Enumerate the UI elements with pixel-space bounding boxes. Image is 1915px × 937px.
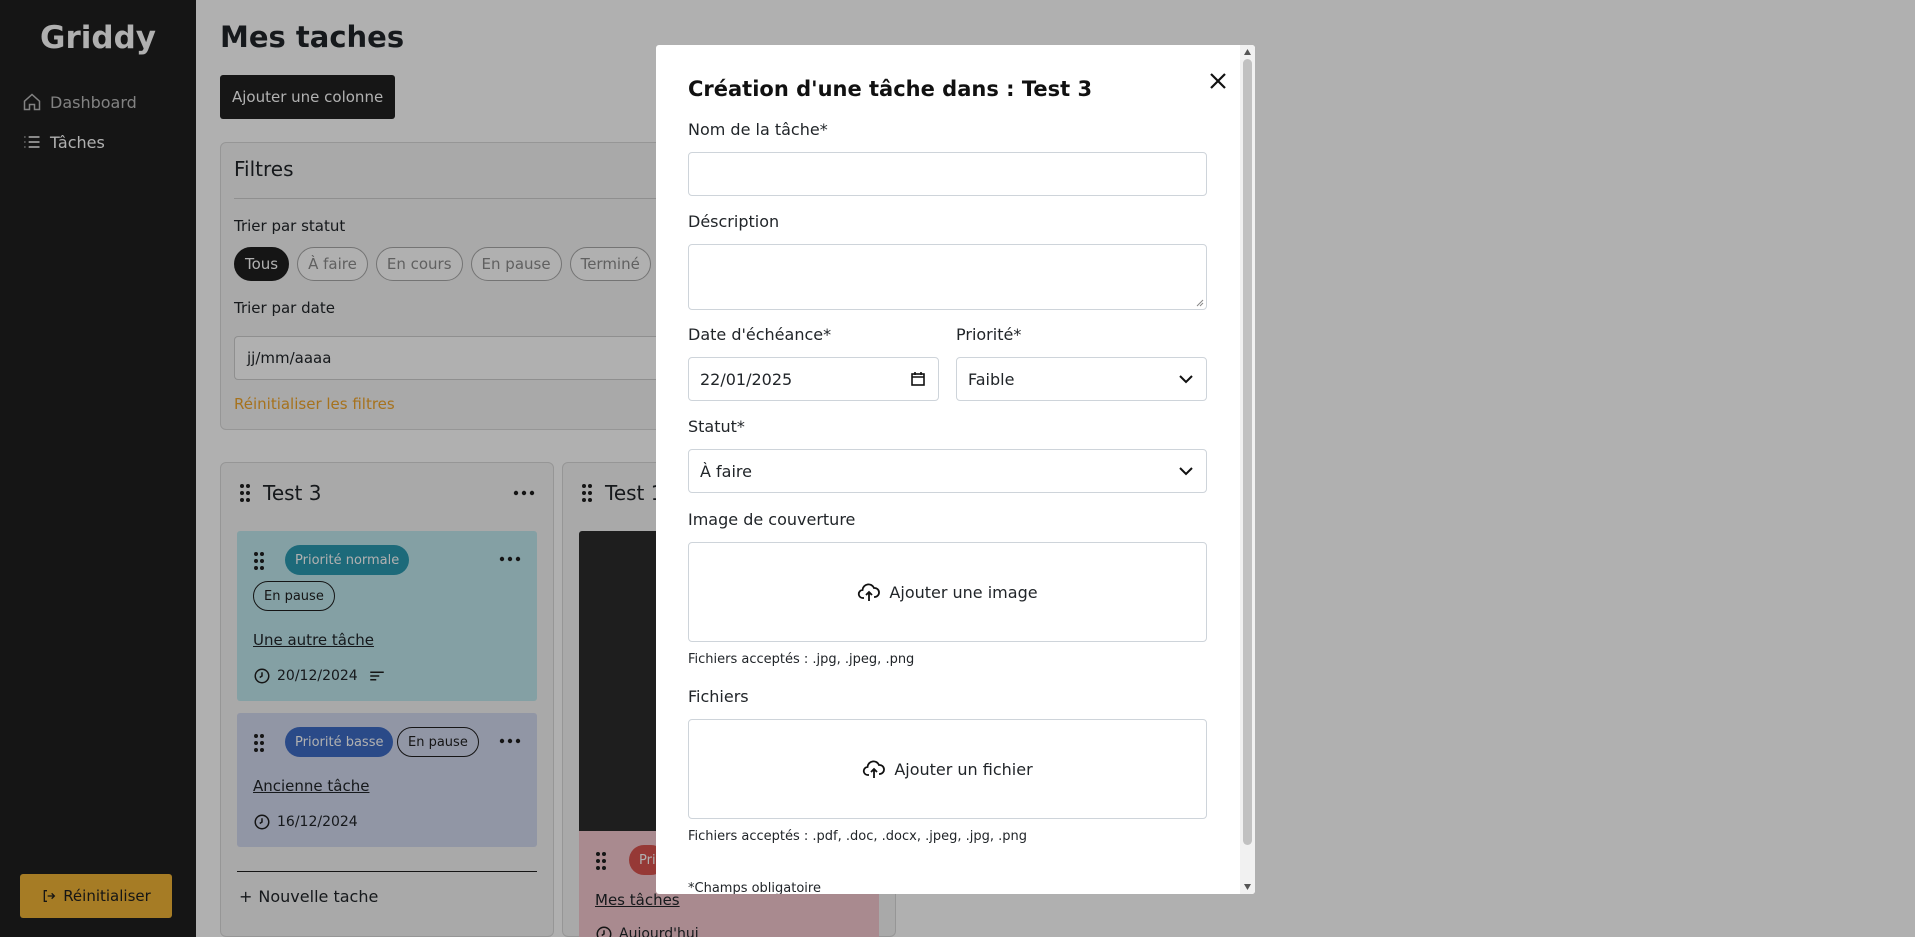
resize-handle-icon[interactable] [1194, 297, 1204, 307]
upload-file-button[interactable]: Ajouter un fichier [688, 719, 1207, 819]
modal-title: Création d'une tâche dans : Test 3 [688, 77, 1093, 101]
upload-image-button[interactable]: Ajouter une image [688, 542, 1207, 642]
due-date-input[interactable]: 22/01/2025 [688, 357, 939, 401]
scroll-up-icon[interactable] [1243, 48, 1252, 56]
priority-value: Faible [968, 369, 1015, 389]
close-button[interactable] [1200, 63, 1236, 99]
priority-label: Priorité* [956, 325, 1022, 344]
upload-file-label: Ajouter un fichier [894, 759, 1033, 779]
upload-image-label: Ajouter une image [889, 582, 1038, 602]
due-date-label: Date d'échéance* [688, 325, 832, 344]
due-date-value: 22/01/2025 [700, 369, 793, 389]
files-label: Fichiers [688, 687, 749, 706]
task-name-label: Nom de la tâche* [688, 120, 828, 139]
create-task-modal: Création d'une tâche dans : Test 3 Nom d… [656, 45, 1255, 894]
task-name-input[interactable] [688, 152, 1207, 196]
description-textarea[interactable] [688, 244, 1207, 310]
cloud-upload-icon [863, 760, 886, 778]
close-icon [1210, 73, 1226, 89]
scroll-down-icon[interactable] [1243, 883, 1252, 891]
files-hint: Fichiers acceptés : .pdf, .doc, .docx, .… [688, 829, 1027, 844]
chevron-down-icon [1179, 375, 1193, 384]
status-label: Statut* [688, 417, 745, 436]
priority-select[interactable]: Faible [956, 357, 1207, 401]
chevron-down-icon [1179, 467, 1193, 476]
cover-image-label: Image de couverture [688, 510, 856, 529]
calendar-icon[interactable] [910, 371, 926, 387]
scroll-thumb[interactable] [1243, 59, 1252, 845]
status-select[interactable]: À faire [688, 449, 1207, 493]
cloud-upload-icon [858, 583, 881, 601]
status-value: À faire [700, 461, 752, 481]
modal-scrollbar[interactable] [1240, 45, 1255, 894]
cover-hint: Fichiers acceptés : .jpg, .jpeg, .png [688, 652, 915, 667]
required-note: *Champs obligatoire [688, 881, 821, 894]
description-label: Déscription [688, 212, 780, 231]
